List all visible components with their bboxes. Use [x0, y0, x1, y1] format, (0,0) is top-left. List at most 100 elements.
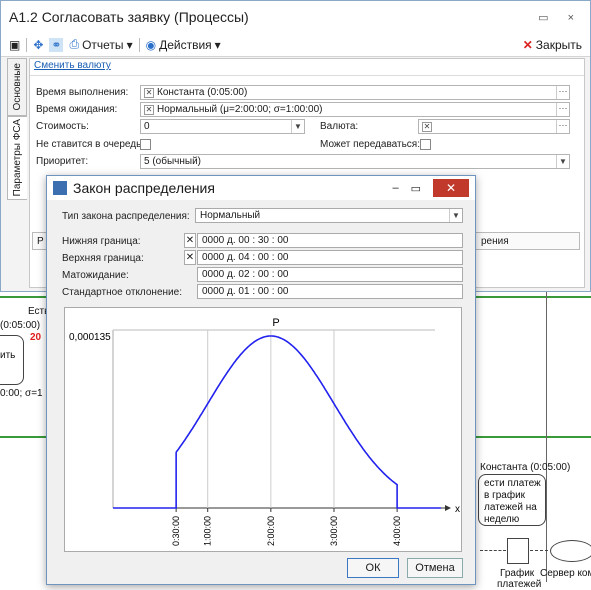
chevron-down-icon[interactable]: ▼ — [556, 155, 569, 168]
window-controls[interactable]: ▭ × — [538, 11, 582, 24]
x-tick-label: 0:30:00 — [171, 516, 181, 546]
std-dev-label: Стандартное отклонение: — [62, 287, 182, 298]
bg-label: платежей — [497, 579, 542, 590]
maximize-icon[interactable]: ▭ — [411, 182, 421, 195]
x-tick-label: 2:00:00 — [266, 516, 276, 546]
y-tick-label: 0,000135 — [69, 332, 111, 343]
no-queue-checkbox[interactable] — [140, 139, 151, 150]
bg-label: ести платеж — [484, 478, 541, 489]
cancel-button[interactable]: Отмена — [407, 558, 463, 578]
lower-bound-clear-icon[interactable]: ✕ — [184, 233, 196, 248]
exec-time-value: Константа (0:05:00) — [157, 87, 248, 98]
wait-time-field[interactable]: ✕ Нормальный (μ=2:00:00; σ=1:00:00) ··· — [140, 102, 570, 117]
table-header-fragment: Р — [37, 236, 44, 247]
tab-main-label: Основные — [11, 63, 23, 111]
x-axis-label: x — [455, 504, 460, 515]
properties-icon[interactable]: ▣ — [9, 38, 20, 52]
dist-type-select[interactable]: Нормальный ▼ — [195, 208, 463, 223]
ellipsis-button[interactable]: ··· — [556, 120, 569, 133]
priority-value: 5 (обычный) — [144, 156, 201, 167]
dialog-titlebar: Закон распределения – ▭ ✕ — [47, 176, 475, 200]
upper-bound-field[interactable]: 0000 д. 04 : 00 : 00 — [197, 250, 463, 265]
bg-label: (0:05:00) — [0, 320, 41, 331]
chevron-down-icon: ▾ — [214, 37, 221, 52]
currency-field[interactable]: ✕ ··· — [418, 119, 570, 134]
cost-field[interactable]: 0 ▼ — [140, 119, 305, 134]
lower-bound-field[interactable]: 0000 д. 00 : 30 : 00 — [197, 233, 463, 248]
upper-bound-clear-icon[interactable]: ✕ — [184, 250, 196, 265]
lower-bound-label: Нижняя граница: — [62, 236, 141, 247]
no-queue-label: Не ставится в очередь: — [36, 139, 145, 150]
chevron-down-icon[interactable]: ▼ — [449, 209, 462, 222]
close-button[interactable]: ✕ Закрыть — [523, 38, 582, 52]
window-titlebar: А1.2 Согласовать заявку (Процессы) ▭ × — [1, 1, 590, 33]
priority-label: Приоритет: — [36, 156, 89, 167]
vertical-tabs: Основные Параметры ФСА — [7, 58, 29, 200]
exec-time-label: Время выполнения: — [36, 87, 129, 98]
change-currency-link[interactable]: Сменить валюту — [34, 60, 111, 71]
distribution-chart-panel: Px 0,000135 0:30:00 1:00:00 2:00:00 3:00:00 4:… — [64, 307, 462, 552]
close-icon: ✕ — [522, 37, 533, 52]
clear-icon[interactable]: ✕ — [144, 88, 154, 98]
exec-time-field[interactable]: ✕ Константа (0:05:00) ··· — [140, 85, 570, 100]
database-icon[interactable] — [550, 540, 591, 562]
distribution-dialog: Закон распределения – ▭ ✕ Тип закона рас… — [46, 175, 476, 585]
ellipsis-button[interactable]: ··· — [556, 103, 569, 116]
printer-icon: ⎙ — [69, 37, 80, 51]
dist-type-value: Нормальный — [200, 210, 261, 221]
wait-time-label: Время ожидания: — [36, 104, 118, 115]
actions-label: Действия — [159, 37, 212, 52]
bg-label: 0:00; σ=1 — [0, 388, 43, 399]
dialog-app-icon — [53, 181, 67, 195]
minimize-icon[interactable]: – — [392, 182, 398, 194]
document-icon[interactable] — [507, 538, 529, 564]
bg-label: График — [500, 568, 535, 579]
mean-field[interactable]: 0000 д. 02 : 00 : 00 — [197, 267, 463, 282]
dialog-close-button[interactable]: ✕ — [433, 179, 469, 197]
dashed-connector — [530, 550, 548, 551]
reports-button[interactable]: ⎙ Отчеты ▾ — [69, 37, 132, 52]
reports-label: Отчеты — [82, 37, 124, 52]
cost-label: Стоимость: — [36, 121, 89, 132]
transferable-label: Может передаваться: — [320, 139, 420, 150]
tab-fsa-params[interactable]: Параметры ФСА — [7, 116, 27, 200]
chevron-down-icon[interactable]: ▼ — [291, 120, 304, 133]
ok-button[interactable]: ОК — [347, 558, 399, 578]
bg-label: Константа (0:05:00) — [480, 462, 571, 473]
cost-value: 0 — [144, 121, 150, 132]
currency-label: Валюта: — [320, 121, 359, 132]
window-title: А1.2 Согласовать заявку (Процессы) — [9, 9, 249, 25]
window-toolbar: ▣ ✥ ⚭ ⎙ Отчеты ▾ ◉ Действия ▾ ✕ Закрыть — [1, 33, 590, 57]
x-tick-label: 4:00:00 — [392, 516, 402, 546]
clear-icon[interactable]: ✕ — [422, 122, 432, 132]
toolbar-separator — [138, 37, 140, 52]
toolbar-separator — [26, 37, 28, 52]
bg-label: латежей на — [484, 502, 537, 513]
mean-label: Матожидание: — [62, 270, 129, 281]
ellipsis-button[interactable]: ··· — [556, 86, 569, 99]
transferable-checkbox[interactable] — [420, 139, 431, 150]
move-icon[interactable]: ✥ — [33, 38, 43, 52]
gear-icon: ◉ — [145, 37, 157, 52]
upper-bound-label: Верхняя граница: — [62, 253, 144, 264]
divider — [30, 75, 584, 76]
tab-main[interactable]: Основные — [7, 58, 27, 116]
connector-line — [546, 292, 547, 582]
dashed-connector — [480, 550, 506, 551]
bg-label: в график — [484, 490, 526, 501]
chart-title: P — [272, 317, 279, 329]
bg-label: Сервер ком — [540, 568, 591, 579]
std-dev-field[interactable]: 0000 д. 01 : 00 : 00 — [197, 284, 463, 299]
priority-select[interactable]: 5 (обычный) ▼ — [140, 154, 570, 169]
x-axis-arrow — [445, 505, 451, 511]
clear-icon[interactable]: ✕ — [144, 105, 154, 115]
table-header-cell: рения — [481, 236, 509, 247]
bg-label: ить — [0, 350, 16, 361]
link-icon[interactable]: ⚭ — [49, 37, 64, 52]
x-tick-label: 3:00:00 — [329, 516, 339, 546]
bg-label: неделю — [484, 514, 520, 525]
actions-button[interactable]: ◉ Действия ▾ — [146, 38, 221, 52]
dialog-title: Закон распределения — [73, 180, 215, 196]
chevron-down-icon: ▾ — [126, 37, 133, 52]
pdf-series-line — [113, 335, 441, 509]
